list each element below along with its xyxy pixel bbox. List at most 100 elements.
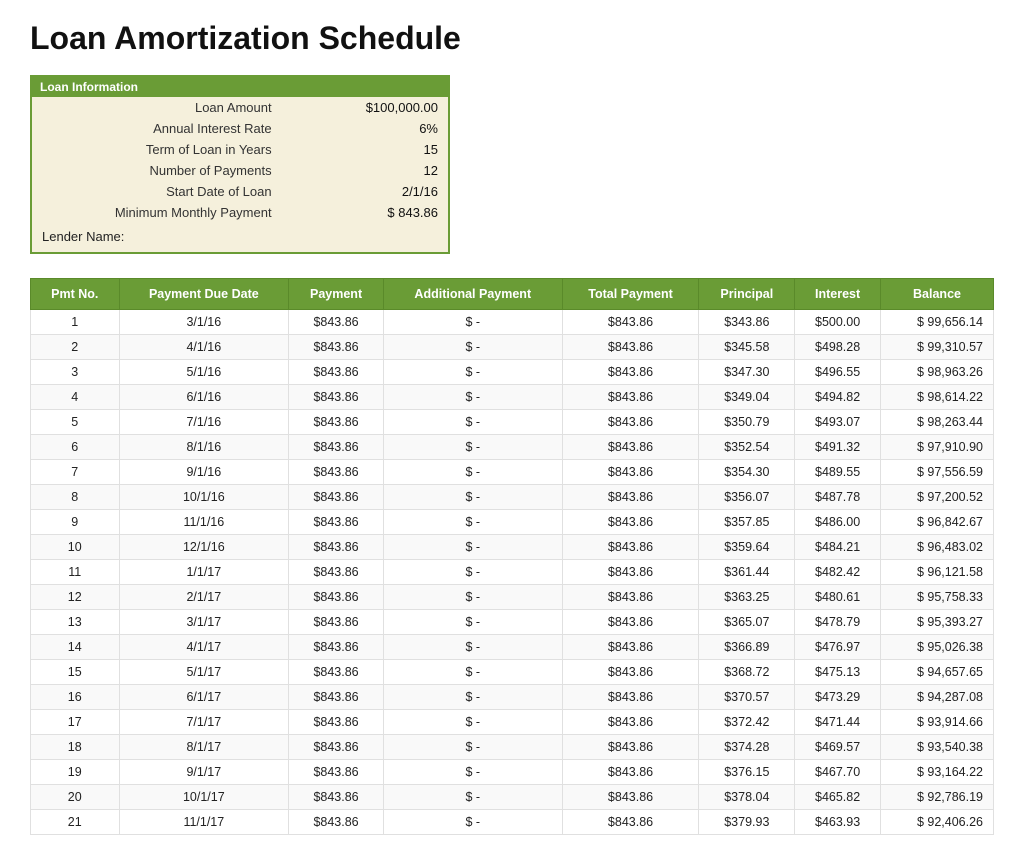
- total-payment: $843.86: [562, 460, 699, 485]
- table-row: 133/1/17$843.86$ -$843.86$365.07$478.79$…: [31, 610, 994, 635]
- additional-payment: $ -: [383, 610, 562, 635]
- table-row: 810/1/16$843.86$ -$843.86$356.07$487.78$…: [31, 485, 994, 510]
- principal: $379.93: [699, 810, 795, 835]
- column-header: Additional Payment: [383, 279, 562, 310]
- total-payment: $843.86: [562, 335, 699, 360]
- additional-payment: $ -: [383, 360, 562, 385]
- additional-payment: $ -: [383, 335, 562, 360]
- table-row: 2111/1/17$843.86$ -$843.86$379.93$463.93…: [31, 810, 994, 835]
- info-value: $100,000.00: [282, 97, 448, 118]
- principal: $368.72: [699, 660, 795, 685]
- principal: $378.04: [699, 785, 795, 810]
- total-payment: $843.86: [562, 485, 699, 510]
- payment-amount: $843.86: [289, 360, 384, 385]
- table-row: 911/1/16$843.86$ -$843.86$357.85$486.00$…: [31, 510, 994, 535]
- payment-date: 5/1/17: [119, 660, 289, 685]
- column-header: Payment: [289, 279, 384, 310]
- loan-info-box: Loan Information Loan Amount$100,000.00A…: [30, 75, 450, 254]
- principal: $374.28: [699, 735, 795, 760]
- pmt-no: 6: [31, 435, 120, 460]
- info-label: Loan Amount: [32, 97, 282, 118]
- total-payment: $843.86: [562, 760, 699, 785]
- total-payment: $843.86: [562, 785, 699, 810]
- total-payment: $843.86: [562, 310, 699, 335]
- additional-payment: $ -: [383, 485, 562, 510]
- payment-amount: $843.86: [289, 610, 384, 635]
- table-row: 188/1/17$843.86$ -$843.86$374.28$469.57$…: [31, 735, 994, 760]
- total-payment: $843.86: [562, 435, 699, 460]
- pmt-no: 1: [31, 310, 120, 335]
- additional-payment: $ -: [383, 710, 562, 735]
- additional-payment: $ -: [383, 385, 562, 410]
- principal: $363.25: [699, 585, 795, 610]
- balance: $ 97,556.59: [881, 460, 994, 485]
- principal: $350.79: [699, 410, 795, 435]
- additional-payment: $ -: [383, 735, 562, 760]
- principal: $349.04: [699, 385, 795, 410]
- additional-payment: $ -: [383, 760, 562, 785]
- total-payment: $843.86: [562, 735, 699, 760]
- info-row: Term of Loan in Years15: [32, 139, 448, 160]
- total-payment: $843.86: [562, 535, 699, 560]
- payment-amount: $843.86: [289, 685, 384, 710]
- balance: $ 95,758.33: [881, 585, 994, 610]
- payment-amount: $843.86: [289, 635, 384, 660]
- table-row: 166/1/17$843.86$ -$843.86$370.57$473.29$…: [31, 685, 994, 710]
- payment-amount: $843.86: [289, 785, 384, 810]
- payment-date: 3/1/17: [119, 610, 289, 635]
- balance: $ 98,614.22: [881, 385, 994, 410]
- table-row: 122/1/17$843.86$ -$843.86$363.25$480.61$…: [31, 585, 994, 610]
- pmt-no: 21: [31, 810, 120, 835]
- info-value: 15: [282, 139, 448, 160]
- table-row: 177/1/17$843.86$ -$843.86$372.42$471.44$…: [31, 710, 994, 735]
- pmt-no: 17: [31, 710, 120, 735]
- column-header: Payment Due Date: [119, 279, 289, 310]
- payment-date: 8/1/17: [119, 735, 289, 760]
- interest: $476.97: [795, 635, 881, 660]
- interest: $486.00: [795, 510, 881, 535]
- principal: $357.85: [699, 510, 795, 535]
- table-row: 24/1/16$843.86$ -$843.86$345.58$498.28$ …: [31, 335, 994, 360]
- pmt-no: 11: [31, 560, 120, 585]
- additional-payment: $ -: [383, 510, 562, 535]
- additional-payment: $ -: [383, 460, 562, 485]
- principal: $361.44: [699, 560, 795, 585]
- payment-amount: $843.86: [289, 810, 384, 835]
- payment-amount: $843.86: [289, 560, 384, 585]
- payment-amount: $843.86: [289, 435, 384, 460]
- payment-date: 1/1/17: [119, 560, 289, 585]
- interest: $491.32: [795, 435, 881, 460]
- balance: $ 99,656.14: [881, 310, 994, 335]
- total-payment: $843.86: [562, 360, 699, 385]
- pmt-no: 12: [31, 585, 120, 610]
- info-value: $ 843.86: [282, 202, 448, 223]
- payment-amount: $843.86: [289, 485, 384, 510]
- principal: $366.89: [699, 635, 795, 660]
- payment-date: 5/1/16: [119, 360, 289, 385]
- payment-amount: $843.86: [289, 735, 384, 760]
- interest: $482.42: [795, 560, 881, 585]
- additional-payment: $ -: [383, 660, 562, 685]
- payment-amount: $843.86: [289, 385, 384, 410]
- payment-amount: $843.86: [289, 335, 384, 360]
- additional-payment: $ -: [383, 435, 562, 460]
- interest: $498.28: [795, 335, 881, 360]
- additional-payment: $ -: [383, 685, 562, 710]
- info-value: 12: [282, 160, 448, 181]
- table-row: 111/1/17$843.86$ -$843.86$361.44$482.42$…: [31, 560, 994, 585]
- payment-date: 8/1/16: [119, 435, 289, 460]
- interest: $496.55: [795, 360, 881, 385]
- principal: $370.57: [699, 685, 795, 710]
- pmt-no: 9: [31, 510, 120, 535]
- lender-name-row: Lender Name:: [32, 223, 448, 252]
- balance: $ 95,026.38: [881, 635, 994, 660]
- payment-date: 7/1/16: [119, 410, 289, 435]
- balance: $ 93,914.66: [881, 710, 994, 735]
- table-row: 13/1/16$843.86$ -$843.86$343.86$500.00$ …: [31, 310, 994, 335]
- pmt-no: 20: [31, 785, 120, 810]
- interest: $489.55: [795, 460, 881, 485]
- additional-payment: $ -: [383, 410, 562, 435]
- payment-date: 11/1/17: [119, 810, 289, 835]
- interest: $471.44: [795, 710, 881, 735]
- info-box-header: Loan Information: [32, 77, 448, 97]
